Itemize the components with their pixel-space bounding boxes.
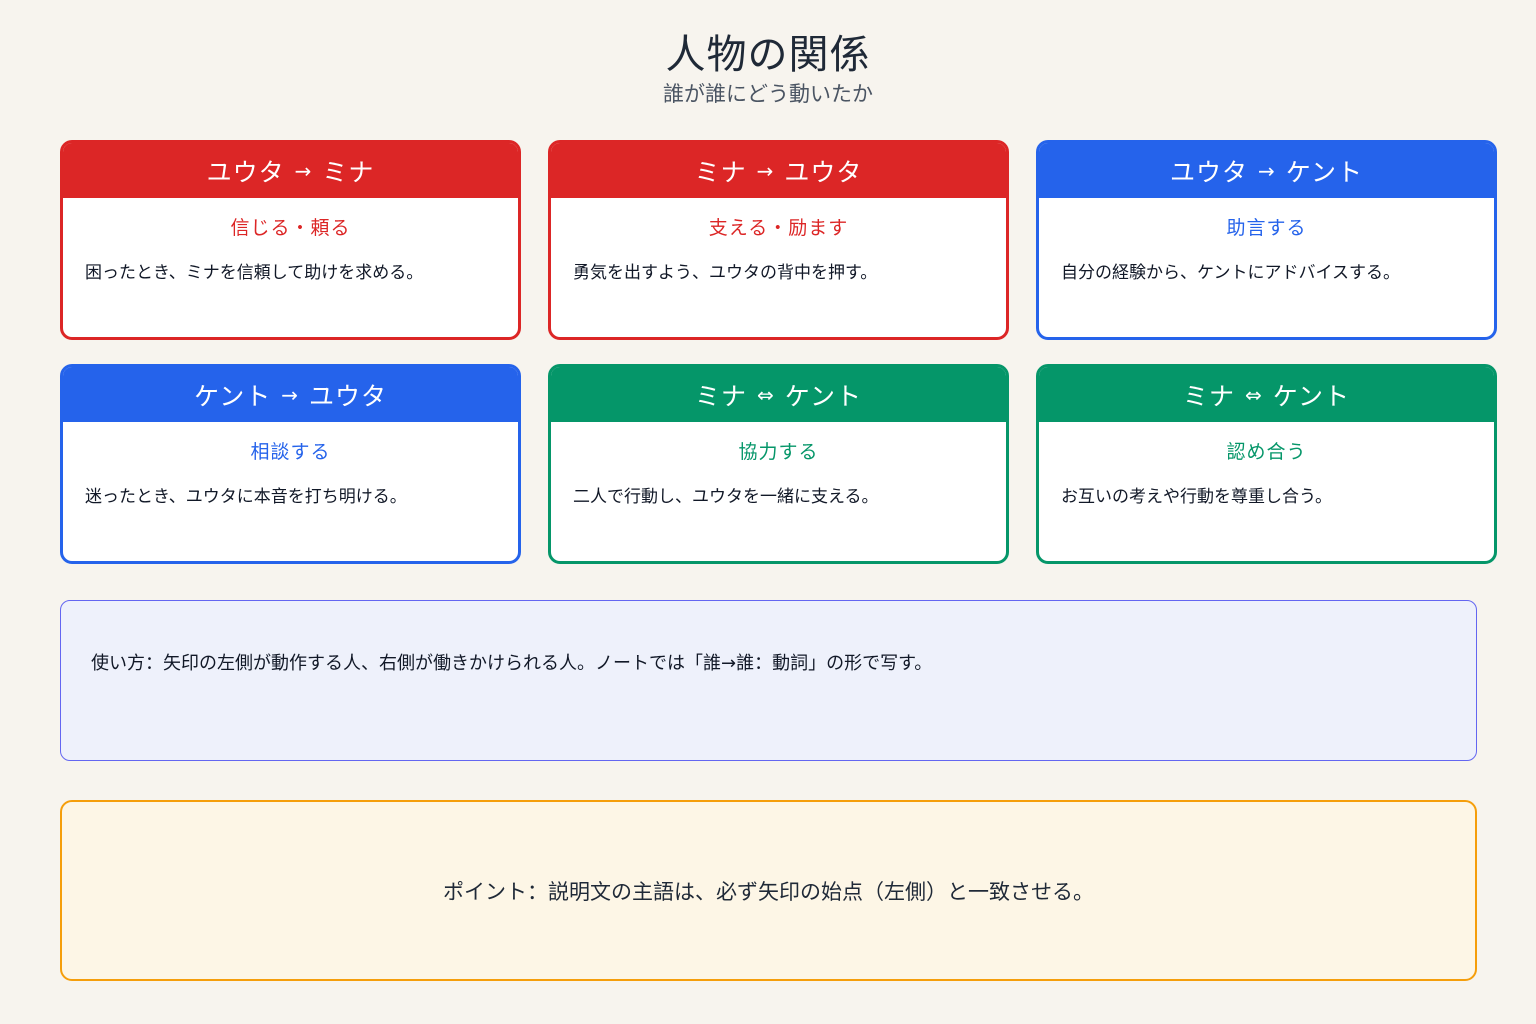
card-verb: 信じる・頼る bbox=[230, 217, 351, 239]
card-description: 二人で行動し、ユウタを一緒に支える。 bbox=[573, 487, 879, 507]
point-note-text: ポイント：説明文の主語は、必ず矢印の始点（左側）と一致させる。 bbox=[443, 879, 1094, 904]
card-to: ユウタ bbox=[309, 381, 388, 411]
card-header: ユウタ → ミナ bbox=[63, 143, 518, 198]
card-description: 勇気を出すよう、ユウタの背中を押す。 bbox=[573, 263, 878, 283]
arrow-icon: → bbox=[281, 382, 299, 407]
card-from: ミナ bbox=[1182, 381, 1235, 411]
card-description: 迷ったとき、ユウタに本音を打ち明ける。 bbox=[85, 487, 407, 507]
card-to: ケント bbox=[1285, 157, 1364, 187]
card-header: ミナ ⇔ ケント bbox=[551, 367, 1006, 422]
point-note: ポイント：説明文の主語は、必ず矢印の始点（左側）と一致させる。 bbox=[60, 800, 1477, 981]
double-arrow-icon: ⇔ bbox=[756, 382, 775, 407]
page-subtitle: 誰が誰にどう動いたか bbox=[663, 82, 873, 106]
relationship-grid: ユウタ → ミナ 信じる・頼る 困ったとき、ミナを信頼して助けを求める。 ミナ … bbox=[60, 140, 1497, 564]
arrow-icon: → bbox=[756, 158, 775, 183]
card-to: ミナ bbox=[322, 157, 375, 187]
card-to: ケント bbox=[784, 381, 863, 411]
card-to: ユウタ bbox=[784, 157, 863, 187]
card-verb: 助言する bbox=[1226, 217, 1307, 239]
card-verb: 認め合う bbox=[1226, 441, 1307, 463]
double-arrow-icon: ⇔ bbox=[1244, 382, 1263, 407]
usage-note: 使い方：矢印の左側が動作する人、右側が働きかけられる人。ノートでは「誰→誰：動詞… bbox=[60, 600, 1477, 761]
card-verb: 協力する bbox=[738, 441, 819, 463]
card-from: ミナ bbox=[694, 381, 747, 411]
card-verb: 支える・励ます bbox=[708, 217, 849, 239]
relation-card-yuta-to-mina: ユウタ → ミナ 信じる・頼る 困ったとき、ミナを信頼して助けを求める。 bbox=[60, 140, 521, 340]
card-header: ケント → ユウタ bbox=[63, 367, 518, 422]
usage-note-text: 使い方：矢印の左側が動作する人、右側が働きかけられる人。ノートでは「誰→誰：動詞… bbox=[91, 653, 933, 674]
relation-card-mina-kento-respect: ミナ ⇔ ケント 認め合う お互いの考えや行動を尊重し合う。 bbox=[1036, 364, 1497, 564]
card-header: ミナ → ユウタ bbox=[551, 143, 1006, 198]
relation-card-mina-to-yuta: ミナ → ユウタ 支える・励ます 勇気を出すよう、ユウタの背中を押す。 bbox=[548, 140, 1009, 340]
card-description: 自分の経験から、ケントにアドバイスする。 bbox=[1061, 263, 1400, 283]
card-verb: 相談する bbox=[250, 441, 331, 463]
arrow-icon: → bbox=[1257, 158, 1276, 183]
arrow-icon: → bbox=[294, 158, 313, 183]
card-from: ユウタ bbox=[1169, 157, 1248, 187]
page-title: 人物の関係 bbox=[665, 32, 871, 78]
card-from: ケント bbox=[193, 381, 272, 411]
relation-card-mina-kento-cooperate: ミナ ⇔ ケント 協力する 二人で行動し、ユウタを一緒に支える。 bbox=[548, 364, 1009, 564]
card-header: ユウタ → ケント bbox=[1039, 143, 1494, 198]
card-from: ミナ bbox=[694, 157, 747, 187]
card-description: 困ったとき、ミナを信頼して助けを求める。 bbox=[85, 263, 424, 283]
card-to: ケント bbox=[1272, 381, 1351, 411]
card-from: ユウタ bbox=[206, 157, 285, 187]
card-header: ミナ ⇔ ケント bbox=[1039, 367, 1494, 422]
relation-card-kento-to-yuta: ケント → ユウタ 相談する 迷ったとき、ユウタに本音を打ち明ける。 bbox=[60, 364, 521, 564]
card-description: お互いの考えや行動を尊重し合う。 bbox=[1061, 487, 1332, 507]
relation-card-yuta-to-kento: ユウタ → ケント 助言する 自分の経験から、ケントにアドバイスする。 bbox=[1036, 140, 1497, 340]
